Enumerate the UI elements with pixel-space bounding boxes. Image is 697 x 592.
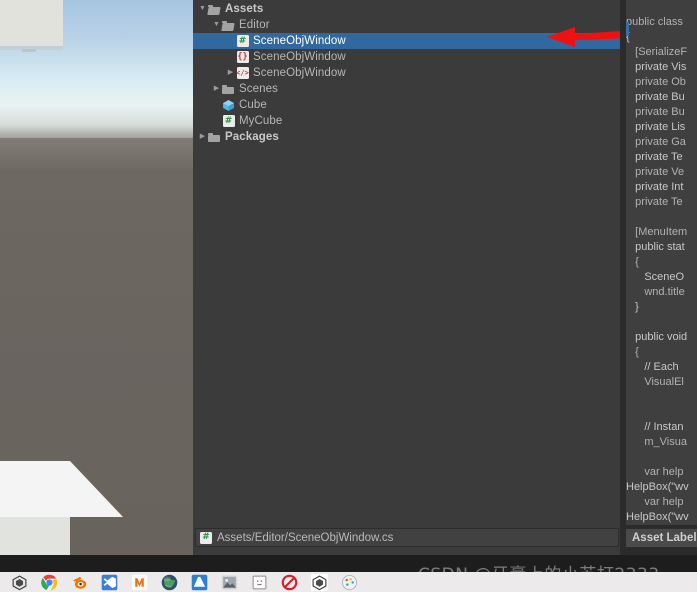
asset-labels-title: Asset Labels <box>632 532 697 544</box>
code-line: { <box>626 31 630 43</box>
tree-row-editor[interactable]: ▼ Editor <box>193 17 623 33</box>
visual-studio-icon[interactable] <box>98 572 120 592</box>
tree-row-label: Packages <box>225 131 279 143</box>
code-line: HelpBox("wv <box>626 511 689 523</box>
tree-row-scenes[interactable]: ▶ Scenes <box>193 81 623 97</box>
tree-row-sceneobjwindow[interactable]: # SceneObjWindow <box>193 33 623 49</box>
chevron-down-icon[interactable]: ▼ <box>197 1 208 17</box>
folder-icon <box>208 131 221 144</box>
code-line: [SerializeF <box>626 46 688 58</box>
tree-row-label: Editor <box>239 19 270 31</box>
code-line: } <box>626 301 639 313</box>
scene-cube-near-top-face[interactable] <box>0 461 123 517</box>
code-line: public class <box>626 16 686 28</box>
csharp-script-icon: # <box>236 35 249 48</box>
code-line: private Int <box>626 181 684 193</box>
unity-editor-icon[interactable] <box>308 572 330 592</box>
code-line: private Ob <box>626 76 686 88</box>
tree-row-packages[interactable]: ▶ Packages <box>193 129 623 145</box>
tree-row-sceneobjwindow[interactable]: ▶ </> SceneObjWindow <box>193 65 623 81</box>
code-line: var help <box>626 466 684 478</box>
tree-row-label: Scenes <box>239 83 278 95</box>
prefab-cube-icon <box>222 99 235 112</box>
csharp-script-icon: # <box>200 531 212 544</box>
folder-open-icon <box>208 3 221 16</box>
xml-file-icon: </> <box>236 67 249 80</box>
google-chrome-icon[interactable] <box>38 572 60 592</box>
chevron-right-icon[interactable]: ▶ <box>197 129 208 145</box>
code-line: public stat <box>626 241 685 253</box>
folder-icon <box>222 83 235 96</box>
code-line: { <box>626 346 639 358</box>
code-line: m_Visua <box>626 436 687 448</box>
code-line: HelpBox("wv <box>626 481 689 493</box>
chevron-down-icon[interactable]: ▼ <box>211 17 222 33</box>
tree-row-label: Cube <box>239 99 267 111</box>
desktop-dark-strip <box>0 555 697 572</box>
code-line: { <box>626 256 639 268</box>
csharp-script-icon: # <box>222 115 235 128</box>
photo-viewer-icon[interactable] <box>218 572 240 592</box>
folder-open-icon <box>222 19 235 32</box>
tree-row-label: SceneObjWindow <box>253 67 346 79</box>
project-tree[interactable]: ▼ Assets ▼ Editor # SceneObjWindow{} SceneObjW… <box>193 0 623 526</box>
code-change-marker <box>626 22 629 36</box>
scene-cube-near-front-face[interactable] <box>0 517 70 555</box>
code-line: SceneO <box>626 271 685 283</box>
tree-row-label: Assets <box>225 3 264 15</box>
code-line: private Bu <box>626 106 685 118</box>
tree-row-assets[interactable]: ▼ Assets <box>193 1 623 17</box>
code-line: private Ve <box>626 166 685 178</box>
tree-row-label: SceneObjWindow <box>253 35 346 47</box>
chevron-right-icon[interactable]: ▶ <box>211 81 222 97</box>
code-editor-panel[interactable]: public class { [SerializeF private Vis p… <box>626 0 697 525</box>
code-line: private Ga <box>626 136 686 148</box>
asset-path-bar: # Assets/Editor/SceneObjWindow.cs <box>195 528 619 547</box>
json-file-icon: {} <box>236 51 249 63</box>
project-browser-panel[interactable]: ▼ Assets ▼ Editor # SceneObjWindow{} SceneObjW… <box>193 0 667 555</box>
code-line: [MenuItem <box>626 226 688 238</box>
azure-icon[interactable] <box>188 572 210 592</box>
world-globe-icon[interactable] <box>158 572 180 592</box>
scene-cube-far-edge <box>22 49 36 52</box>
code-line: // Instan <box>626 421 684 433</box>
code-line: VisualEl <box>626 376 684 388</box>
code-line: public void <box>626 331 688 343</box>
code-line: private Bu <box>626 91 685 103</box>
paint-icon[interactable] <box>338 572 360 592</box>
tree-row-label: SceneObjWindow <box>253 51 346 63</box>
code-lines-container: public class { [SerializeF private Vis p… <box>626 0 697 525</box>
unity-hub-icon[interactable] <box>8 572 30 592</box>
code-line: // Each <box>626 361 682 373</box>
tree-row-label: MyCube <box>239 115 283 127</box>
tree-row-mycube[interactable]: # MyCube <box>193 113 623 129</box>
notepad-icon[interactable] <box>248 572 270 592</box>
blender-icon[interactable] <box>68 572 90 592</box>
unity-scene-view[interactable] <box>0 0 193 555</box>
code-line: private Te <box>626 151 683 163</box>
maya-icon[interactable] <box>128 572 150 592</box>
tree-row-sceneobjwindow[interactable]: {} SceneObjWindow <box>193 49 623 65</box>
asset-labels-header[interactable]: Asset Labels <box>626 528 697 547</box>
screenshot-root: ▼ Assets ▼ Editor # SceneObjWindow{} SceneObjW… <box>0 0 697 592</box>
tree-row-cube[interactable]: Cube <box>193 97 623 113</box>
code-line: private Lis <box>626 121 686 133</box>
code-line: private Te <box>626 196 683 208</box>
scene-cube-far[interactable] <box>0 0 63 46</box>
windows-taskbar[interactable] <box>0 572 697 592</box>
code-line: wnd.title <box>626 286 685 298</box>
code-line: var help <box>626 496 684 508</box>
block-icon[interactable] <box>278 572 300 592</box>
chevron-right-icon[interactable]: ▶ <box>225 65 236 81</box>
code-line: private Vis <box>626 61 687 73</box>
asset-path-text: Assets/Editor/SceneObjWindow.cs <box>217 531 394 544</box>
